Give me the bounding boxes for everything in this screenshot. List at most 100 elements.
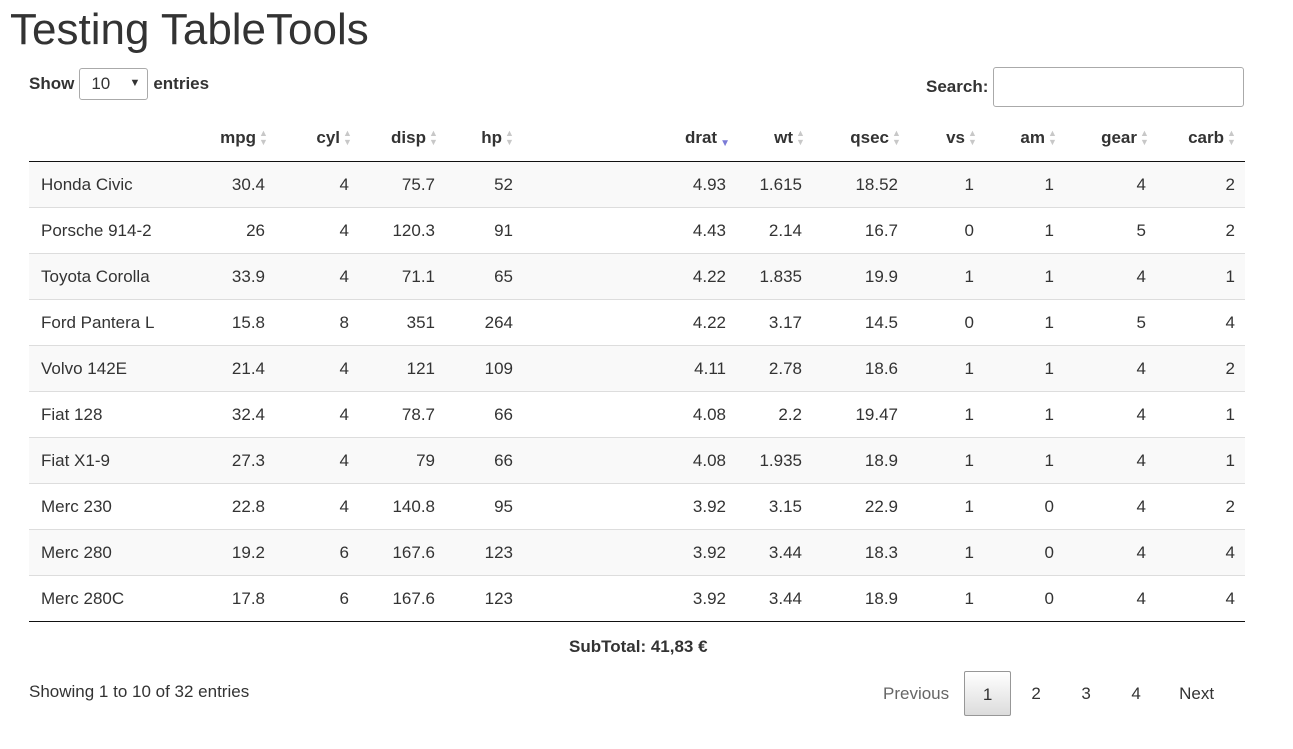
cell-vs: 1	[910, 345, 986, 392]
column-header-disp[interactable]: disp ▲ ▼	[361, 115, 447, 162]
cell-cyl: 4	[277, 345, 361, 392]
column-header-label: gear	[1101, 127, 1137, 147]
cell-qsec: 16.7	[814, 207, 910, 254]
sort-both-icon: ▲ ▼	[1227, 128, 1236, 148]
entries-per-page-select[interactable]: 10 ▼	[79, 68, 149, 100]
cell-hp: 109	[447, 345, 523, 392]
table-row: Fiat 128 32.4 4 78.7 66 4.08 2.2 19.47 1 1 4 1	[29, 391, 1245, 438]
search-control: Search:	[926, 67, 1245, 107]
cell-am: 1	[986, 207, 1066, 254]
pagination: Previous 1 2 3 4 Next	[868, 671, 1227, 716]
page-button-2[interactable]: 2	[1011, 671, 1061, 716]
cell-drat: 3.92	[523, 529, 738, 576]
sort-both-icon: ▲ ▼	[505, 128, 514, 148]
cell-drat: 4.22	[523, 299, 738, 346]
cell-qsec: 19.47	[814, 391, 910, 438]
page-title: Testing TableTools	[10, 5, 369, 54]
cell-disp: 351	[361, 299, 447, 346]
cell-drat: 3.92	[523, 575, 738, 622]
cell-hp: 66	[447, 437, 523, 484]
column-header-am[interactable]: am ▲ ▼	[986, 115, 1066, 162]
cell-gear: 4	[1066, 575, 1158, 622]
cell-cyl: 4	[277, 391, 361, 438]
page-button-3[interactable]: 3	[1061, 671, 1111, 716]
cell-am: 1	[986, 437, 1066, 484]
cell-gear: 4	[1066, 345, 1158, 392]
cell-disp: 79	[361, 437, 447, 484]
cell-wt: 2.2	[738, 391, 814, 438]
cell-drat: 4.22	[523, 253, 738, 300]
row-name-cell: Merc 230	[29, 483, 197, 530]
row-name-cell: Merc 280	[29, 529, 197, 576]
column-header-label: hp	[481, 127, 502, 147]
sort-both-icon: ▲ ▼	[968, 128, 977, 148]
column-header-rowname	[29, 115, 197, 162]
cell-qsec: 14.5	[814, 299, 910, 346]
table-row: Volvo 142E 21.4 4 121 109 4.11 2.78 18.6 1 1 4 2	[29, 345, 1245, 392]
cell-hp: 65	[447, 253, 523, 300]
search-input[interactable]	[993, 67, 1245, 107]
column-header-cyl[interactable]: cyl ▲ ▼	[277, 115, 361, 162]
entries-per-page-value: 10	[91, 74, 111, 93]
table-row: Porsche 914-2 26 4 120.3 91 4.43 2.14 16.7 0 1 5 2	[29, 207, 1245, 254]
cell-carb: 1	[1158, 253, 1245, 300]
next-button[interactable]: Next	[1161, 671, 1227, 716]
column-header-label: cyl	[316, 127, 340, 147]
cell-mpg: 21.4	[197, 345, 277, 392]
cell-gear: 4	[1136, 174, 1146, 194]
cell-disp: 78.7	[361, 391, 447, 438]
column-header-mpg[interactable]: mpg ▲ ▼	[197, 115, 277, 162]
column-header-gear[interactable]: gear ▲ ▼	[1066, 115, 1158, 162]
show-label: Show	[29, 74, 75, 93]
cell-carb: 4	[1158, 575, 1245, 622]
row-name-cell: Honda Civic	[41, 174, 133, 194]
cell-gear: 4	[1066, 437, 1158, 484]
sort-both-icon: ▲ ▼	[1048, 128, 1057, 148]
row-name-cell: Volvo 142E	[29, 345, 197, 392]
cell-cyl: 4	[277, 207, 361, 254]
page-button-1[interactable]: 1	[964, 671, 1012, 716]
row-name-cell: Porsche 914-2	[29, 207, 197, 254]
cell-wt: 3.15	[738, 483, 814, 530]
cell-cyl: 4	[277, 253, 361, 300]
cell-vs: 1	[910, 483, 986, 530]
cell-qsec: 18.9	[814, 575, 910, 622]
cell-gear: 5	[1066, 299, 1158, 346]
row-name-cell: Fiat X1-9	[29, 437, 197, 484]
column-header-vs[interactable]: vs ▲ ▼	[910, 115, 986, 162]
column-header-label: mpg	[220, 127, 256, 147]
subtotal-text: SubTotal: 41,83 €	[569, 637, 708, 656]
cell-gear: 5	[1066, 207, 1158, 254]
column-header-label: vs	[946, 127, 965, 147]
previous-button[interactable]: Previous	[868, 671, 964, 716]
column-header-qsec[interactable]: qsec ▲ ▼	[814, 115, 910, 162]
cell-wt: 3.17	[738, 299, 814, 346]
cell-mpg: 32.4	[197, 391, 277, 438]
cell-wt: 1.615	[759, 174, 802, 194]
length-control: Show 10 ▼ entries	[29, 67, 209, 101]
table-body: Honda Civic 30.4 4 75.7 52 4.93 1.615 18.52 1 1 4 2…	[29, 161, 1245, 622]
cell-am: 1	[986, 253, 1066, 300]
cell-gear: 4	[1066, 391, 1158, 438]
cell-cyl: 4	[277, 483, 361, 530]
column-header-wt[interactable]: wt ▲ ▼	[738, 115, 814, 162]
cell-disp: 71.1	[361, 253, 447, 300]
cell-qsec: 18.52	[855, 174, 898, 194]
column-header-hp[interactable]: hp ▲ ▼	[447, 115, 523, 162]
cell-wt: 2.14	[738, 207, 814, 254]
table-row: Honda Civic 30.4 4 75.7 52 4.93 1.615 18.52 1 1 4 2	[29, 161, 1245, 208]
cell-mpg: 27.3	[197, 437, 277, 484]
page-button-4[interactable]: 4	[1111, 671, 1161, 716]
cell-hp: 66	[447, 391, 523, 438]
column-header-drat[interactable]: drat ▼	[523, 115, 738, 162]
cell-mpg: 33.9	[197, 253, 277, 300]
cell-drat: 4.43	[523, 207, 738, 254]
column-header-label: wt	[774, 127, 793, 147]
cell-cyl: 6	[277, 529, 361, 576]
cell-disp: 140.8	[361, 483, 447, 530]
column-header-carb[interactable]: carb ▲ ▼	[1158, 115, 1245, 162]
chevron-down-icon: ▼	[129, 77, 141, 89]
table-row: Fiat X1-9 27.3 4 79 66 4.08 1.935 18.9 1 1 4 1	[29, 437, 1245, 484]
cell-cyl: 4	[277, 437, 361, 484]
table-row: Toyota Corolla 33.9 4 71.1 65 4.22 1.835 19.9 1 1…	[29, 253, 1245, 300]
